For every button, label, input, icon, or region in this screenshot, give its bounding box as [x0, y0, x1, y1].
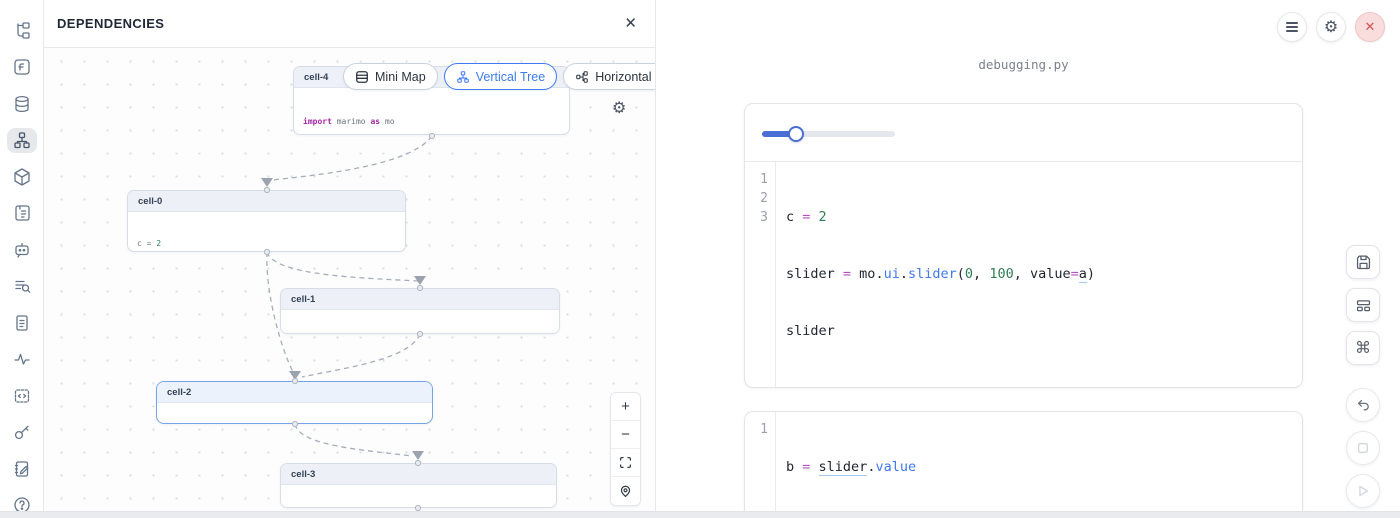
graph-node-cell-2[interactable]: cell-2 f = 20 + c + b [156, 381, 433, 424]
line-number: 1 [745, 170, 768, 189]
code-line: b = slider.value [786, 458, 1292, 477]
node-title: cell-0 [128, 191, 405, 212]
packages-icon[interactable] [7, 164, 37, 190]
helper-panel-iconbar [0, 0, 44, 518]
close-icon: ✕ [1365, 19, 1376, 35]
variables-icon[interactable] [7, 55, 37, 81]
zoom-in-button[interactable]: + [611, 393, 640, 421]
cell-output-slider [745, 104, 1302, 162]
shutdown-button[interactable]: ✕ [1355, 12, 1385, 42]
undo-icon [1355, 397, 1371, 413]
stop-button[interactable] [1346, 431, 1380, 465]
dependencies-panel-header: DEPENDENCIES ✕ [44, 0, 655, 48]
file-tree-icon[interactable] [7, 18, 37, 44]
dependencies-panel: DEPENDENCIES ✕ cell-4 import marimo as m… [44, 0, 656, 518]
graph-node-cell-0[interactable]: cell-0 c = 2 slider = mo.ui.slider(0, 10… [127, 190, 406, 252]
fit-view-icon [619, 456, 632, 469]
notebook-action-rail: ⌘ [1346, 245, 1380, 508]
panel-title: DEPENDENCIES [57, 16, 164, 31]
notebook-cell: 1 b = slider.value [744, 411, 1303, 518]
node-title: cell-2 [157, 382, 432, 403]
code-line: slider [786, 322, 1292, 341]
graph-settings-gear-icon[interactable]: ⚙ [612, 98, 626, 118]
horizontal-tree-button[interactable]: Horizontal Tree [563, 63, 655, 90]
menu-button[interactable] [1277, 12, 1307, 42]
marimo-app: DEPENDENCIES ✕ cell-4 import marimo as m… [0, 0, 1400, 518]
stop-icon [1356, 441, 1370, 455]
code-line: c = 2 [786, 208, 1292, 227]
graph-node-cell-3[interactable]: cell-3 print(f) [280, 463, 557, 508]
layout-toggle-button[interactable] [1346, 288, 1380, 322]
minimap-button[interactable]: Mini Map [343, 63, 438, 90]
graph-zoom-controls: + − [610, 392, 641, 506]
logs-icon[interactable] [7, 274, 37, 300]
cell-editor[interactable]: 1 b = slider.value [745, 412, 1302, 518]
secrets-icon[interactable] [7, 420, 37, 446]
play-icon [1356, 484, 1370, 498]
slider-thumb[interactable] [788, 126, 804, 142]
line-number: 1 [745, 420, 768, 439]
notebook-filename: debugging.py [744, 57, 1303, 72]
locate-pin-button[interactable] [611, 477, 640, 505]
dependency-graph-canvas[interactable]: cell-4 import marimo as mo a = 20 cell-0… [44, 48, 655, 518]
slider-widget[interactable] [762, 126, 895, 142]
cell-editor[interactable]: 1 2 3 c = 2 slider = mo.ui.slider(0, 100… [745, 162, 1302, 387]
minimap-icon [355, 70, 369, 84]
window-controls: ⚙ ✕ [1277, 12, 1385, 42]
save-icon [1355, 254, 1372, 271]
snippets-icon[interactable] [7, 310, 37, 336]
graph-view-toolbar: Mini Map Vertical Tree Horizontal Tree [343, 63, 655, 90]
gear-icon: ⚙ [1324, 17, 1338, 37]
outputs-icon[interactable] [7, 383, 37, 409]
notebook-cell: 1 2 3 c = 2 slider = mo.ui.slider(0, 100… [744, 103, 1303, 388]
chat-icon[interactable] [7, 237, 37, 263]
line-number: 3 [745, 208, 768, 227]
scratchpad-icon[interactable] [7, 456, 37, 482]
node-title: cell-1 [281, 289, 559, 310]
location-pin-icon [619, 485, 632, 498]
datasources-icon[interactable] [7, 91, 37, 117]
bottom-scrollbar[interactable] [0, 511, 1400, 518]
dependencies-icon[interactable] [7, 128, 37, 154]
hamburger-icon [1286, 22, 1298, 31]
save-button[interactable] [1346, 245, 1380, 279]
command-icon: ⌘ [1355, 338, 1371, 358]
node-title: cell-3 [281, 464, 556, 485]
code-line: slider = mo.ui.slider(0, 100, value=a) [786, 265, 1292, 284]
close-panel-icon[interactable]: ✕ [620, 12, 641, 35]
zoom-out-button[interactable]: − [611, 421, 640, 449]
settings-button[interactable]: ⚙ [1316, 12, 1346, 42]
vertical-tree-button[interactable]: Vertical Tree [444, 63, 557, 90]
line-number: 2 [745, 189, 768, 208]
graph-node-cell-1[interactable]: cell-1 b = slider.value [280, 288, 560, 334]
vertical-tree-icon [456, 70, 470, 84]
undo-button[interactable] [1346, 388, 1380, 422]
horizontal-tree-icon [575, 70, 589, 84]
command-palette-button[interactable]: ⌘ [1346, 331, 1380, 365]
notebook-area: ⚙ ✕ debugging.py 1 2 3 [656, 0, 1400, 518]
layout-icon [1355, 297, 1372, 314]
tracing-icon[interactable] [7, 347, 37, 373]
run-button[interactable] [1346, 474, 1380, 508]
documentation-icon[interactable] [7, 201, 37, 227]
fit-view-button[interactable] [611, 449, 640, 477]
